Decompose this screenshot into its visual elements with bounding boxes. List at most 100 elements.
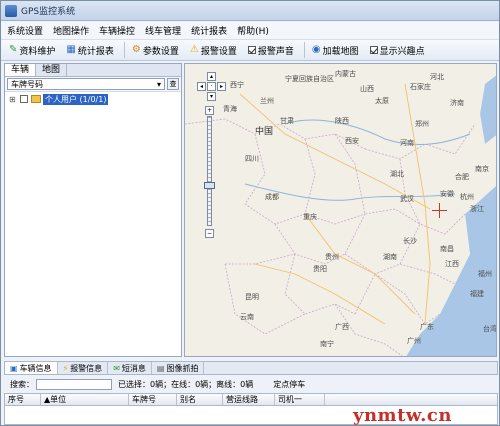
show-poi-checkbox[interactable] — [369, 46, 378, 54]
lightning-icon: ⚡ — [62, 363, 69, 373]
map-label: 重庆 — [303, 213, 317, 221]
vehicle-stats: 已选择：0辆；在线：0辆；离线：0辆 — [118, 379, 254, 389]
chart-icon: ▦ — [66, 44, 76, 55]
alarm-sound-checkbox[interactable] — [247, 46, 256, 54]
map-label: 宁夏回族自治区 — [285, 75, 334, 83]
menu-help[interactable]: 帮助(H) — [237, 24, 269, 37]
map-label: 安徽 — [440, 190, 454, 198]
tab-image-capture[interactable]: ▤ 图像抓拍 — [152, 362, 205, 374]
map-label: 湖北 — [390, 170, 404, 178]
map-label: 山西 — [360, 85, 374, 93]
alarm-settings-label: 报警设置 — [200, 46, 237, 57]
expand-icon[interactable]: ⊞ — [9, 95, 17, 104]
vehicle-search-bar: 车牌号码 ▾ 查 — [5, 77, 181, 92]
map-label-china: 中国 — [255, 127, 274, 137]
crosshair-icon — [432, 203, 447, 218]
pan-left-button[interactable]: ◂ — [197, 82, 206, 91]
map-label: 云南 — [240, 313, 254, 321]
tree-root-row[interactable]: ⊞ 个人用户 (1/0/1) — [5, 92, 181, 106]
tab-alarm-info[interactable]: ⚡ 报警信息 — [58, 362, 109, 374]
load-map-button[interactable]: ◉ 加载地图 — [308, 41, 363, 59]
map-label: 福州 — [478, 270, 492, 278]
col-index[interactable]: 序号 — [5, 394, 41, 405]
map-label: 长沙 — [403, 237, 417, 245]
map-label: 湖南 — [383, 253, 397, 261]
watermark: ynmtw.cn — [353, 405, 452, 426]
map-label: 石家庄 — [410, 83, 431, 91]
data-maintenance-button[interactable]: ✎ 资料维护 — [5, 41, 59, 59]
car-icon: ▣ — [10, 363, 18, 373]
col-unit[interactable]: ▲单位 — [41, 394, 129, 405]
map-label: 河北 — [430, 73, 444, 81]
message-icon: ✉ — [113, 363, 120, 373]
map-label: 广西 — [335, 323, 349, 331]
menu-bar: 系统设置 地图操作 车辆操控 线车管理 统计报表 帮助(H) — [1, 22, 499, 39]
vehicle-panel: 车辆 地图 车牌号码 ▾ 查 ⊞ 个人用户 (1/0/1) — [4, 63, 182, 357]
load-map-label: 加载地图 — [322, 46, 359, 57]
statistics-button[interactable]: ▦ 统计报表 — [62, 41, 117, 59]
menu-vehicle-management[interactable]: 线车管理 — [145, 24, 181, 37]
menu-system-settings[interactable]: 系统设置 — [7, 24, 43, 37]
pan-right-button[interactable]: ▸ — [217, 82, 226, 91]
camera-icon: ▤ — [156, 363, 165, 373]
map-label: 郑州 — [415, 120, 429, 128]
parameter-settings-button[interactable]: ⚙ 参数设置 — [128, 41, 183, 59]
zoom-slider[interactable] — [207, 116, 212, 226]
map-label: 贵州 — [325, 253, 339, 261]
map-label: 广州 — [407, 337, 421, 345]
alarm-sound-toggle[interactable]: 报警声音 — [244, 41, 298, 59]
chevron-down-icon: ▾ — [156, 79, 161, 89]
map-label: 河南 — [400, 139, 414, 147]
zoom-out-button[interactable]: − — [205, 229, 214, 238]
col-plate[interactable]: 车牌号 — [129, 394, 177, 405]
tab-short-message[interactable]: ✉ 短消息 — [108, 362, 152, 374]
map-label: 青海 — [223, 105, 237, 113]
menu-vehicle-control[interactable]: 车辆操控 — [99, 24, 135, 37]
panel-tabs: 车辆 地图 — [5, 64, 181, 77]
statistics-label: 统计报表 — [77, 46, 114, 57]
toolbar-separator — [303, 42, 305, 58]
map-label: 福建 — [470, 290, 484, 298]
menu-reports[interactable]: 统计报表 — [191, 24, 227, 37]
pan-up-button[interactable]: ▴ — [207, 72, 216, 81]
tab-alarm-info-label: 报警信息 — [70, 363, 103, 373]
map-label: 甘肃 — [280, 117, 294, 125]
alarm-settings-button[interactable]: ⚠ 报警设置 — [186, 41, 241, 59]
tab-vehicle-info[interactable]: ▣ 车辆信息 — [5, 362, 58, 374]
map-label: 西宁 — [230, 81, 244, 89]
tree-root-label: 个人用户 (1/0/1) — [43, 93, 109, 105]
col-driver[interactable]: 司机一 — [275, 394, 325, 405]
search-button[interactable]: 查 — [167, 78, 179, 90]
globe-icon: ◉ — [311, 44, 321, 55]
map-view[interactable]: 西宁 兰州 宁夏回族自治区 内蒙古 山西 太原 石家庄 河北 济南 郑州 西安 … — [184, 63, 497, 357]
map-label: 台湾 — [483, 325, 497, 333]
app-icon — [5, 4, 17, 17]
search-field-value: 车牌号码 — [11, 79, 43, 89]
tab-vehicles[interactable]: 车辆 — [5, 64, 37, 76]
col-alias[interactable]: 别名 — [177, 394, 223, 405]
search-field-select[interactable]: 车牌号码 ▾ — [7, 78, 165, 90]
menu-map-operations[interactable]: 地图操作 — [53, 24, 89, 37]
tree-checkbox[interactable] — [20, 95, 28, 103]
search-label: 搜索： — [10, 379, 34, 389]
map-label: 昆明 — [245, 293, 259, 301]
map-label: 合肥 — [455, 173, 469, 181]
map-label: 西安 — [345, 137, 359, 145]
map-label: 浙江 — [470, 205, 484, 213]
show-poi-toggle[interactable]: 显示兴趣点 — [366, 41, 429, 59]
info-tabs: ▣ 车辆信息 ⚡ 报警信息 ✉ 短消息 ▤ 图像抓拍 — [4, 361, 498, 375]
map-label: 广东 — [420, 323, 434, 331]
show-poi-label: 显示兴趣点 — [379, 46, 425, 57]
pan-down-button[interactable]: ▾ — [207, 92, 216, 101]
map-label: 杭州 — [460, 193, 474, 201]
gear-icon: ⚙ — [131, 44, 141, 55]
zoom-in-button[interactable]: + — [205, 106, 214, 115]
vehicle-search-input[interactable] — [36, 378, 112, 390]
folder-icon — [31, 95, 41, 103]
tab-short-message-label: 短消息 — [121, 363, 146, 373]
pan-center-button[interactable]: · — [207, 82, 216, 91]
main-window: GPS监控系统 系统设置 地图操作 车辆操控 线车管理 统计报表 帮助(H) ✎… — [0, 0, 500, 426]
zoom-slider-thumb[interactable] — [204, 182, 215, 189]
tab-map[interactable]: 地图 — [36, 64, 68, 76]
col-route[interactable]: 营运线路 — [223, 394, 275, 405]
